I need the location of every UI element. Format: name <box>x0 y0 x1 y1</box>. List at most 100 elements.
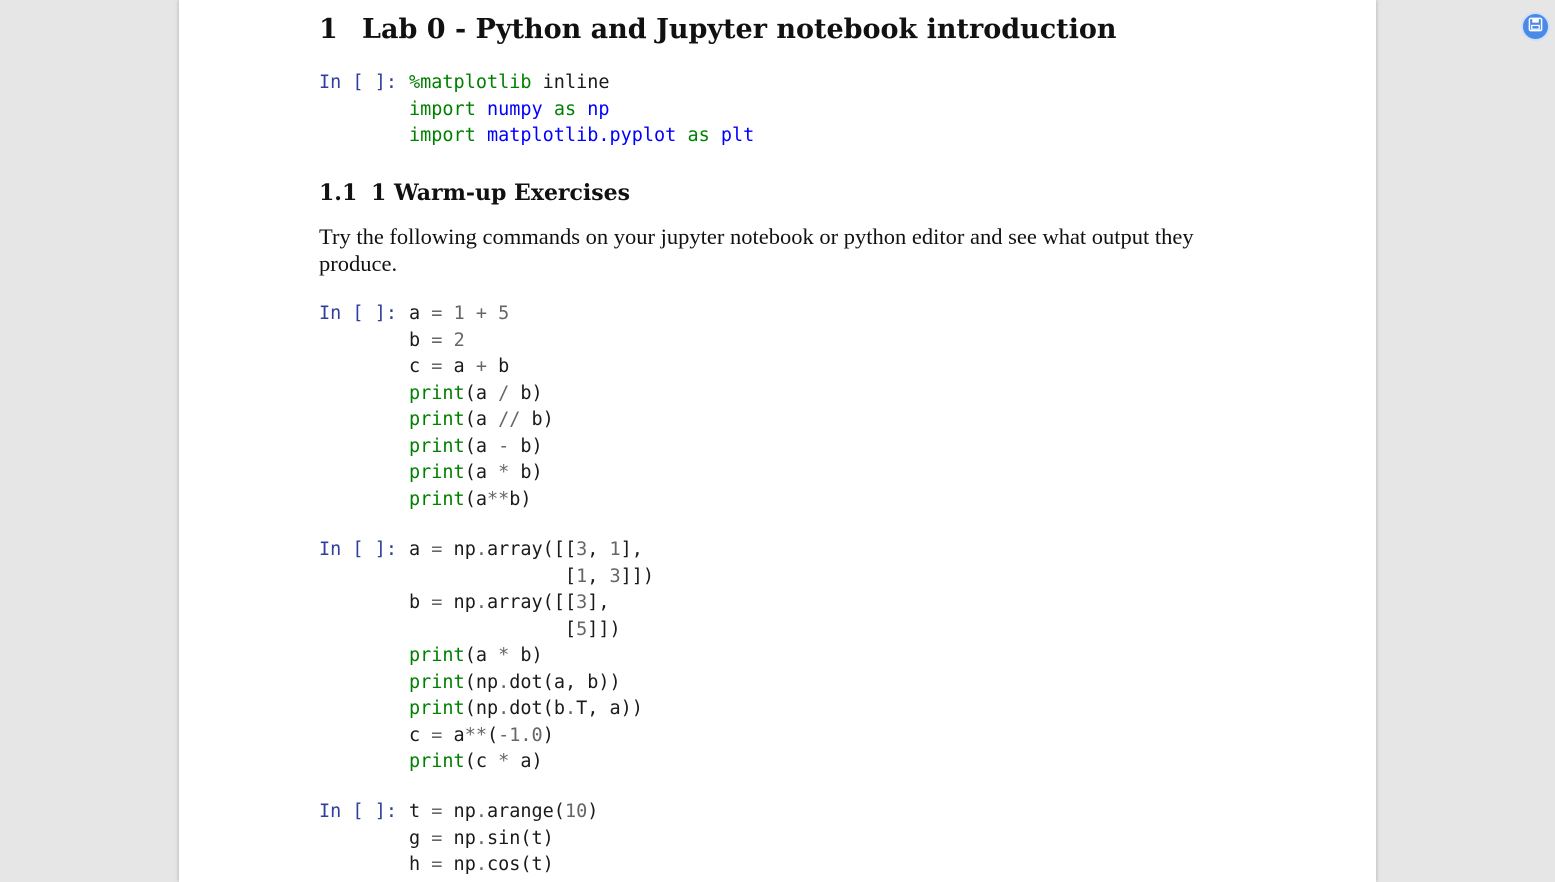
code-token: . <box>475 801 487 822</box>
code-token: ], <box>620 539 643 560</box>
code-block[interactable]: %matplotlib inline import numpy as np impo… <box>409 70 754 150</box>
code-token: , <box>587 565 610 587</box>
subsection-heading: 1.1 1 Warm-up Exercises <box>319 180 630 206</box>
code-line: t = np.arange(10) <box>409 799 598 826</box>
code-line: print(a**b) <box>409 487 554 514</box>
code-line: print(np.dot(a, b)) <box>409 670 654 697</box>
code-token: 3 <box>576 539 588 560</box>
code-token: - <box>498 724 510 746</box>
code-token: b) <box>509 382 543 404</box>
document-page: 1 Lab 0 - Python and Jupyter notebook int… <box>179 0 1376 882</box>
code-line: print(a * b) <box>409 643 654 670</box>
section-number: 1 <box>319 14 338 45</box>
code-line: a = np.array([[3, 1], <box>409 537 654 564</box>
code-token: b <box>409 329 432 351</box>
code-token: * <box>498 751 510 772</box>
code-line: print(a // b) <box>409 407 554 434</box>
cell-prompt: In [ ]: <box>319 303 397 324</box>
code-token: ** <box>486 488 510 510</box>
code-token: plt <box>720 125 755 146</box>
code-token: - <box>498 435 510 457</box>
code-token: np <box>587 98 610 120</box>
code-token: array([[ <box>486 539 577 560</box>
code-token: numpy <box>486 98 543 120</box>
code-token: sin(t) <box>486 827 554 849</box>
code-token: c <box>409 724 432 746</box>
code-token: arange( <box>486 801 565 822</box>
code-line: import numpy as np <box>409 97 754 124</box>
code-block[interactable]: a = 1 + 5b = 2c = a + b print(a / b) print… <box>409 301 554 513</box>
code-token: 1 <box>453 303 465 324</box>
code-token: matplotlib.pyplot <box>486 125 677 146</box>
code-token: , <box>587 539 610 560</box>
code-token: (a <box>464 435 499 457</box>
code-token: + <box>475 356 487 377</box>
code-token: = <box>431 827 443 849</box>
code-token: ( <box>486 724 499 746</box>
code-token: print <box>409 382 465 404</box>
code-token: (a <box>464 462 499 483</box>
code-token: = <box>431 303 443 324</box>
code-token: import <box>409 98 476 120</box>
code-token: a <box>442 356 476 377</box>
code-token: b) <box>509 645 543 666</box>
code-token: [ <box>409 618 577 640</box>
code-token: ], <box>587 592 610 613</box>
code-token: print <box>409 645 465 666</box>
code-line: %matplotlib inline <box>409 70 754 97</box>
subsection-title: 1 Warm-up Exercises <box>371 180 631 206</box>
save-button[interactable] <box>1521 12 1550 41</box>
code-line: c = a**(-1.0) <box>409 723 654 750</box>
code-token: h <box>409 854 432 875</box>
code-token: dot(a, b)) <box>509 671 621 693</box>
code-line: a = 1 + 5 <box>409 301 554 328</box>
code-token: a <box>442 724 465 746</box>
code-token: as <box>553 98 577 120</box>
code-token: . <box>475 539 487 560</box>
code-line: print(a * b) <box>409 460 554 487</box>
instruction-paragraph: Try the following commands on your jupyt… <box>319 224 1194 276</box>
code-token: cos(t) <box>486 854 554 875</box>
code-token: // <box>498 409 521 430</box>
code-token: 5 <box>576 618 588 640</box>
code-token: ) <box>542 724 554 746</box>
code-token: np <box>442 539 476 560</box>
code-token: print <box>409 671 465 693</box>
code-line: [5]]) <box>409 617 654 644</box>
code-token: . <box>498 671 510 693</box>
code-token: . <box>475 592 487 613</box>
code-token: print <box>409 698 465 719</box>
code-token: 2 <box>453 329 465 351</box>
code-token: g <box>409 827 432 849</box>
code-token: a <box>409 303 432 324</box>
code-token: 1 <box>576 565 588 587</box>
code-token: b) <box>509 488 532 510</box>
code-token: b) <box>520 409 554 430</box>
save-icon <box>1528 17 1543 36</box>
code-token: ) <box>587 801 599 822</box>
code-token: print <box>409 488 465 510</box>
code-token: print <box>409 435 465 457</box>
code-token: a) <box>509 751 543 772</box>
code-token: 10 <box>564 801 588 822</box>
code-token: print <box>409 751 465 772</box>
code-token: = <box>431 356 443 377</box>
code-line: print(a / b) <box>409 381 554 408</box>
code-token: b <box>409 592 432 613</box>
code-token: np <box>442 801 476 822</box>
code-token: array([[ <box>486 592 577 613</box>
code-line: g = np.sin(t) <box>409 826 598 853</box>
code-token: b <box>486 356 510 377</box>
code-block[interactable]: t = np.arange(10) g = np.sin(t) h = np. cos… <box>409 799 598 879</box>
code-token: (a <box>464 409 499 430</box>
code-block[interactable]: a = np.array([[3, 1], [1, 3]]) b = np.arr… <box>409 537 654 776</box>
code-token: = <box>431 854 443 875</box>
code-token: a <box>409 539 432 560</box>
